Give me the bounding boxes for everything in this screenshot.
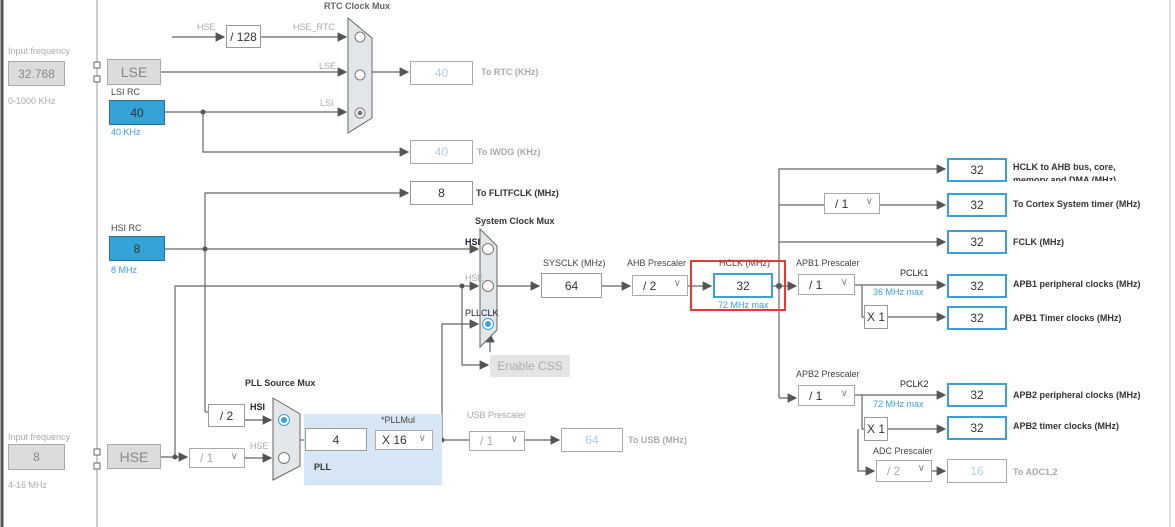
pclk2-max: 72 MHz max — [873, 399, 924, 409]
hsi-label: HSI RC — [111, 223, 142, 233]
hclk-highlight-box — [690, 260, 786, 311]
to-iwdg-value: 40 — [410, 140, 473, 164]
rtc-lsi-label: LSI — [320, 98, 334, 108]
apb2-timer-multiplier: X 1 — [864, 417, 888, 441]
apb2-prescaler-label: APB2 Prescaler — [796, 369, 860, 379]
apb2-timer-label: APB2 timer clocks (MHz) — [1013, 421, 1120, 431]
cortex-timer-label: To Cortex System timer (MHz) — [1013, 199, 1141, 209]
to-flitfclk-label: To FLITFCLK (MHz) — [476, 188, 559, 198]
lse-frequency-input[interactable]: 32.768 — [8, 61, 65, 86]
hse-range: 4-16 MHz — [8, 480, 48, 490]
chevron-down-icon: ∨ — [230, 451, 238, 462]
pll-mux-hse-label: HSE — [250, 441, 269, 451]
apb2-prescaler-dropdown[interactable]: / 1 ∨ — [798, 385, 855, 406]
hse-frequency-input[interactable]: 8 — [8, 444, 65, 470]
to-rtc-value: 40 — [410, 61, 473, 85]
apb1-peripheral-value: 32 — [947, 274, 1007, 298]
to-flitfclk-value: 8 — [410, 181, 473, 205]
apb1-timer-label: APB1 Timer clocks (MHz) — [1013, 313, 1122, 323]
sysclk-label: SYSCLK (MHz) — [543, 258, 606, 268]
cortex-timer-value: 32 — [947, 193, 1007, 217]
chevron-down-icon: ∨ — [510, 434, 518, 445]
fclk-value: 32 — [947, 230, 1007, 254]
lse-block[interactable]: LSE — [107, 59, 161, 85]
hse-rtc-divider: / 128 — [226, 25, 261, 48]
hse-prediv-dropdown[interactable]: / 1 ∨ — [189, 448, 245, 468]
cortex-prescaler-value: / 1 — [835, 196, 849, 211]
chevron-down-icon: ∨ — [418, 433, 426, 444]
enable-css-button[interactable]: Enable CSS — [490, 355, 570, 377]
lse-range: 0-1000 KHz — [8, 96, 56, 106]
apb1-peripheral-label: APB1 peripheral clocks (MHz) — [1013, 279, 1141, 289]
hse-block[interactable]: HSE — [107, 444, 161, 469]
sys-mux-pllclk-label: PLLCLK — [465, 308, 499, 318]
hsi-freq: 8 MHz — [111, 265, 138, 275]
adc-value: 16 — [947, 459, 1007, 483]
rtc-lse-label: LSE — [319, 61, 337, 71]
pclk2-label: PCLK2 — [900, 379, 929, 389]
pll-source-mux-title: PLL Source Mux — [245, 378, 316, 388]
to-rtc-label: To RTC (KHz) — [481, 67, 539, 77]
pclk1-label: PCLK1 — [900, 268, 929, 278]
fclk-label: FCLK (MHz) — [1013, 237, 1064, 247]
ahb-clock-value: 32 — [947, 158, 1007, 182]
adc-label: To ADC1,2 — [1013, 467, 1058, 477]
usb-value: 64 — [561, 428, 623, 452]
lsi-label: LSI RC — [111, 87, 141, 97]
sysclk-value[interactable]: 64 — [541, 273, 602, 298]
hse-rtc-label: HSE_RTC — [293, 22, 335, 32]
pllmul-label: *PLLMul — [381, 415, 416, 425]
adc-prescaler-value: / 2 — [887, 464, 901, 478]
usb-prescaler-dropdown[interactable]: / 1 ∨ — [469, 431, 525, 451]
rtc-mux-title: RTC Clock Mux — [322, 1, 393, 11]
hse-input-label: Input frequency — [8, 432, 71, 442]
apb2-peripheral-label: APB2 peripheral clocks (MHz) — [1013, 390, 1141, 400]
apb2-timer-value: 32 — [947, 416, 1007, 440]
adc-prescaler-label: ADC Prescaler — [873, 446, 933, 456]
chevron-down-icon: ∨ — [865, 196, 873, 207]
chevron-down-icon: ∨ — [840, 277, 848, 288]
apb1-prescaler-dropdown[interactable]: / 1 ∨ — [798, 274, 855, 295]
apb1-prescaler-label: APB1 Prescaler — [796, 258, 860, 268]
lsi-value[interactable]: 40 — [109, 100, 165, 125]
ahb-clock-label: HCLK to AHB bus, core, memory and DMA (M… — [1013, 162, 1117, 181]
to-iwdg-label: To IWDG (KHz) — [477, 147, 541, 157]
pll-input-value: 4 — [305, 428, 367, 451]
rtc-hse-label: HSE — [197, 22, 216, 32]
adc-prescaler-dropdown[interactable]: / 2 ∨ — [876, 460, 932, 482]
pclk1-max: 36 MHz max — [873, 287, 924, 297]
chevron-down-icon: ∨ — [840, 388, 848, 399]
ahb-prescaler-dropdown[interactable]: / 2 ∨ — [632, 275, 688, 296]
pllmul-value: X 16 — [382, 433, 407, 447]
apb2-prescaler-value: / 1 — [809, 388, 823, 403]
chevron-down-icon: ∨ — [917, 463, 925, 474]
usb-prescaler-label: USB Prescaler — [467, 410, 527, 420]
usb-label: To USB (MHz) — [628, 435, 687, 445]
apb1-timer-multiplier: X 1 — [864, 305, 888, 329]
apb2-peripheral-value: 32 — [947, 383, 1007, 407]
pll-label: PLL — [314, 462, 331, 472]
apb1-prescaler-value: / 1 — [809, 277, 823, 292]
pll-mux-hsi-label: HSI — [250, 402, 266, 412]
apb1-timer-value: 32 — [947, 306, 1007, 330]
chevron-down-icon: ∨ — [673, 278, 681, 289]
sys-mux-hsi-label: HSI — [465, 237, 481, 247]
hsi-value[interactable]: 8 — [109, 236, 165, 261]
sys-mux-hse-label: HSE — [465, 273, 484, 283]
hsi-pll-divider: / 2 — [208, 404, 245, 427]
clock-configuration-diagram: Input frequency 32.768 0-1000 KHz LSE LS… — [0, 0, 1175, 527]
lsi-freq: 40 KHz — [111, 127, 141, 137]
hse-prediv-value: / 1 — [200, 451, 214, 465]
system-clock-mux-title: System Clock Mux — [475, 216, 555, 226]
cortex-prescaler-dropdown[interactable]: / 1 ∨ — [824, 193, 880, 214]
ahb-prescaler-label: AHB Prescaler — [627, 258, 687, 268]
lse-input-label: Input frequency — [8, 46, 71, 56]
usb-prescaler-value: / 1 — [480, 434, 494, 448]
pllmul-dropdown[interactable]: X 16 ∨ — [375, 430, 433, 450]
ahb-prescaler-value: / 2 — [643, 278, 657, 293]
